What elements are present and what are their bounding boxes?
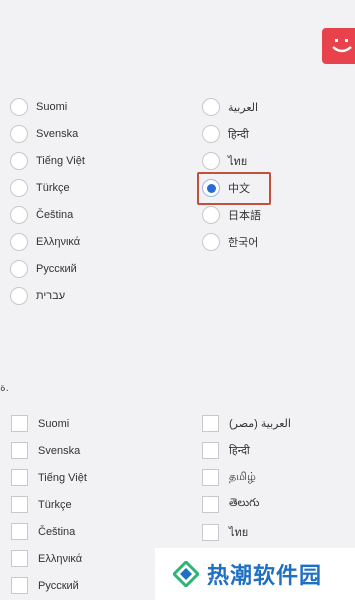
radio-label: Ελληνικά: [36, 236, 81, 248]
checkbox-label: Ελληνικά: [38, 552, 83, 565]
checkbox-option-arabic-egypt[interactable]: (العربية (مصر: [202, 415, 291, 432]
radio-button[interactable]: [202, 152, 220, 170]
radio-label: 日本語: [228, 210, 261, 222]
checkbox-label: हिन्दी: [229, 445, 250, 457]
radio-button[interactable]: [10, 206, 28, 224]
checkbox[interactable]: [202, 523, 219, 541]
checkbox-option-svenska[interactable]: Svenska: [11, 442, 80, 459]
radio-button[interactable]: [202, 233, 220, 251]
checkbox[interactable]: [202, 415, 219, 432]
watermark-text: 热潮软件园: [207, 563, 323, 588]
checkbox-label: (العربية (مصر: [229, 418, 291, 430]
radio-button[interactable]: [10, 260, 28, 278]
checkbox-label: Čeština: [38, 525, 76, 538]
checkbox-label: ไทย: [229, 527, 249, 539]
checkbox-label: தமிழ்: [229, 470, 256, 483]
radio-button[interactable]: [202, 125, 220, 143]
radio-button[interactable]: [202, 98, 220, 116]
checkbox-label: Tiếng Việt: [38, 471, 87, 484]
checkbox-option-cestina[interactable]: Čeština: [11, 523, 75, 540]
radio-option-ivrit[interactable]: עברית: [10, 287, 65, 305]
radio-button[interactable]: [10, 98, 28, 116]
checkbox-option-hindi[interactable]: हिन्दी: [202, 442, 250, 459]
app-logo: [322, 28, 355, 64]
checkbox[interactable]: [11, 415, 28, 432]
selection-highlight-box: [197, 172, 271, 205]
checkbox-label: Svenska: [38, 444, 81, 457]
radio-option-russkiy[interactable]: Русский: [10, 260, 77, 278]
radio-label: العربية: [228, 101, 259, 114]
checkbox[interactable]: [11, 469, 28, 486]
checkbox-label: తెలుగు: [229, 497, 260, 509]
radio-option-cestina[interactable]: Čeština: [10, 206, 73, 224]
checkbox-option-thai[interactable]: ไทย: [202, 523, 248, 541]
radio-button[interactable]: [10, 152, 28, 170]
smiley-logo-icon: [332, 39, 352, 53]
radio-option-ellinika[interactable]: Ελληνικά: [10, 233, 80, 251]
radio-option-hindi[interactable]: हिन्दी: [202, 125, 249, 143]
checkbox-label: Suomi: [38, 417, 70, 430]
radio-option-suomi[interactable]: Suomi: [10, 98, 67, 116]
radio-label: 한국어: [228, 237, 259, 249]
checkbox[interactable]: [11, 496, 28, 513]
checkbox-option-russkiy[interactable]: Русский: [11, 577, 79, 594]
radio-label: Svenska: [36, 128, 79, 140]
checkbox[interactable]: [202, 469, 219, 486]
radio-button[interactable]: [10, 233, 28, 251]
checkbox[interactable]: [11, 523, 28, 540]
checkbox-option-telugu[interactable]: తెలుగు: [202, 496, 259, 513]
checkbox[interactable]: [202, 442, 219, 459]
radio-option-thai[interactable]: ไทย: [202, 152, 247, 170]
radio-option-tieng-viet[interactable]: Tiếng Việt: [10, 152, 85, 170]
checkbox[interactable]: [11, 577, 28, 594]
radio-option-svenska[interactable]: Svenska: [10, 125, 78, 143]
diamond-logo-icon: [173, 561, 199, 587]
radio-label: हिन्दी: [228, 128, 249, 141]
checkbox[interactable]: [11, 442, 28, 459]
radio-label: Čeština: [36, 209, 74, 221]
radio-option-arabic[interactable]: العربية: [202, 98, 258, 116]
radio-label: Türkçe: [36, 182, 70, 194]
checkbox[interactable]: [202, 496, 219, 513]
checkbox-option-suomi[interactable]: Suomi: [11, 415, 69, 432]
radio-label: Suomi: [36, 101, 68, 113]
radio-option-japanese[interactable]: 日本語: [202, 206, 261, 224]
radio-button[interactable]: [202, 206, 220, 224]
radio-label: עברית: [36, 290, 66, 302]
checkbox[interactable]: [11, 550, 28, 567]
checkbox-label: Русский: [38, 579, 79, 592]
radio-label: ไทย: [228, 156, 248, 168]
radio-label: Tiếng Việt: [36, 155, 85, 167]
radio-option-turkce[interactable]: Türkçe: [10, 179, 70, 197]
radio-button[interactable]: [10, 179, 28, 197]
radio-option-korean[interactable]: 한국어: [202, 233, 258, 251]
checkbox-option-turkce[interactable]: Türkçe: [11, 496, 72, 513]
checkbox-label: Türkçe: [38, 498, 72, 511]
watermark: 热潮软件园: [155, 548, 355, 600]
checkbox-option-tieng-viet[interactable]: Tiếng Việt: [11, 469, 87, 486]
checkbox-option-ellinika[interactable]: Ελληνικά: [11, 550, 82, 567]
radio-label: Русский: [36, 263, 77, 275]
radio-button[interactable]: [10, 125, 28, 143]
radio-button[interactable]: [10, 287, 28, 305]
section-text-fragment: ة.: [0, 382, 9, 394]
checkbox-option-tamil[interactable]: தமிழ்: [202, 469, 256, 486]
